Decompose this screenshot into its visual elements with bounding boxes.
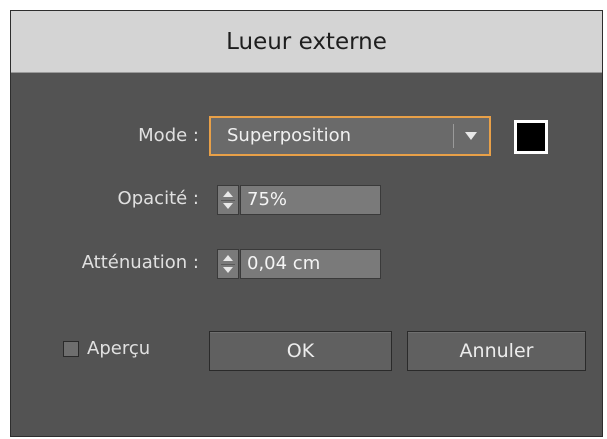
color-fill xyxy=(517,123,545,151)
blur-input[interactable]: 0,04 cm xyxy=(240,249,381,279)
chevron-down-icon[interactable] xyxy=(465,132,477,140)
outer-glow-dialog: Lueur externe Mode : Superposition Opaci… xyxy=(10,10,603,437)
mode-select[interactable]: Superposition xyxy=(209,116,491,156)
select-separator xyxy=(453,124,454,148)
blur-spin-icon[interactable] xyxy=(217,249,239,279)
spin-up-icon[interactable] xyxy=(223,255,233,261)
spin-down-icon[interactable] xyxy=(223,203,233,209)
opacity-input[interactable]: 75% xyxy=(240,185,381,215)
glow-color-swatch[interactable] xyxy=(514,120,548,154)
mode-selected-value: Superposition xyxy=(227,125,352,146)
mode-label: Mode : xyxy=(138,125,199,146)
dialog-title: Lueur externe xyxy=(226,28,387,55)
spin-up-icon[interactable] xyxy=(223,191,233,197)
ok-button[interactable]: OK xyxy=(209,331,392,371)
blur-label: Atténuation : xyxy=(81,252,199,273)
preview-label[interactable]: Aperçu xyxy=(87,337,150,361)
opacity-spin-icon[interactable] xyxy=(217,185,239,215)
dialog-titlebar: Lueur externe xyxy=(11,11,602,73)
opacity-label: Opacité : xyxy=(117,188,199,209)
spin-down-icon[interactable] xyxy=(223,267,233,273)
preview-checkbox[interactable] xyxy=(63,341,79,357)
cancel-button[interactable]: Annuler xyxy=(407,331,586,371)
